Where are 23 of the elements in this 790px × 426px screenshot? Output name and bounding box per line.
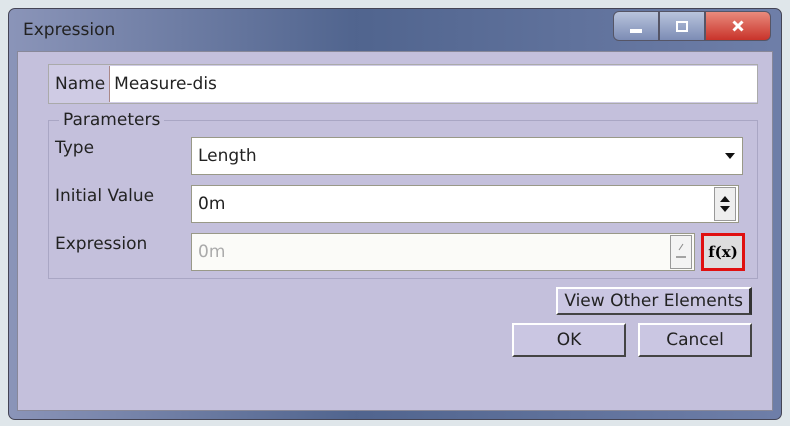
field-label: Name — [54, 74, 106, 94]
field-label: Expression — [55, 233, 148, 254]
dropdown-arrow-icon[interactable] — [724, 152, 736, 160]
field-value: Length — [198, 146, 258, 166]
minimize-button[interactable] — [613, 11, 659, 41]
view-elements-button[interactable]: View Other Elements — [556, 287, 752, 315]
field-value: 0m — [198, 242, 226, 262]
minimize-icon — [630, 29, 642, 33]
field-value: 0m — [198, 194, 226, 214]
maximize-icon — [676, 20, 688, 32]
close-icon — [732, 20, 744, 32]
close-button[interactable] — [705, 11, 771, 41]
field-label: Type — [55, 137, 96, 158]
window-title: Expression — [23, 20, 116, 40]
dropdown-field[interactable]: Length — [191, 137, 743, 175]
field-label: Initial Value — [55, 185, 156, 206]
spinner-field[interactable]: 0m — [191, 185, 739, 223]
dialog-button[interactable]: Cancel — [638, 323, 752, 357]
spin-buttons[interactable] — [714, 187, 736, 221]
group-title: Parameters — [62, 110, 162, 130]
maximize-button[interactable] — [659, 11, 705, 41]
dialog-button[interactable]: OK — [512, 323, 626, 357]
name-field[interactable]: Measure-dis — [109, 66, 757, 102]
